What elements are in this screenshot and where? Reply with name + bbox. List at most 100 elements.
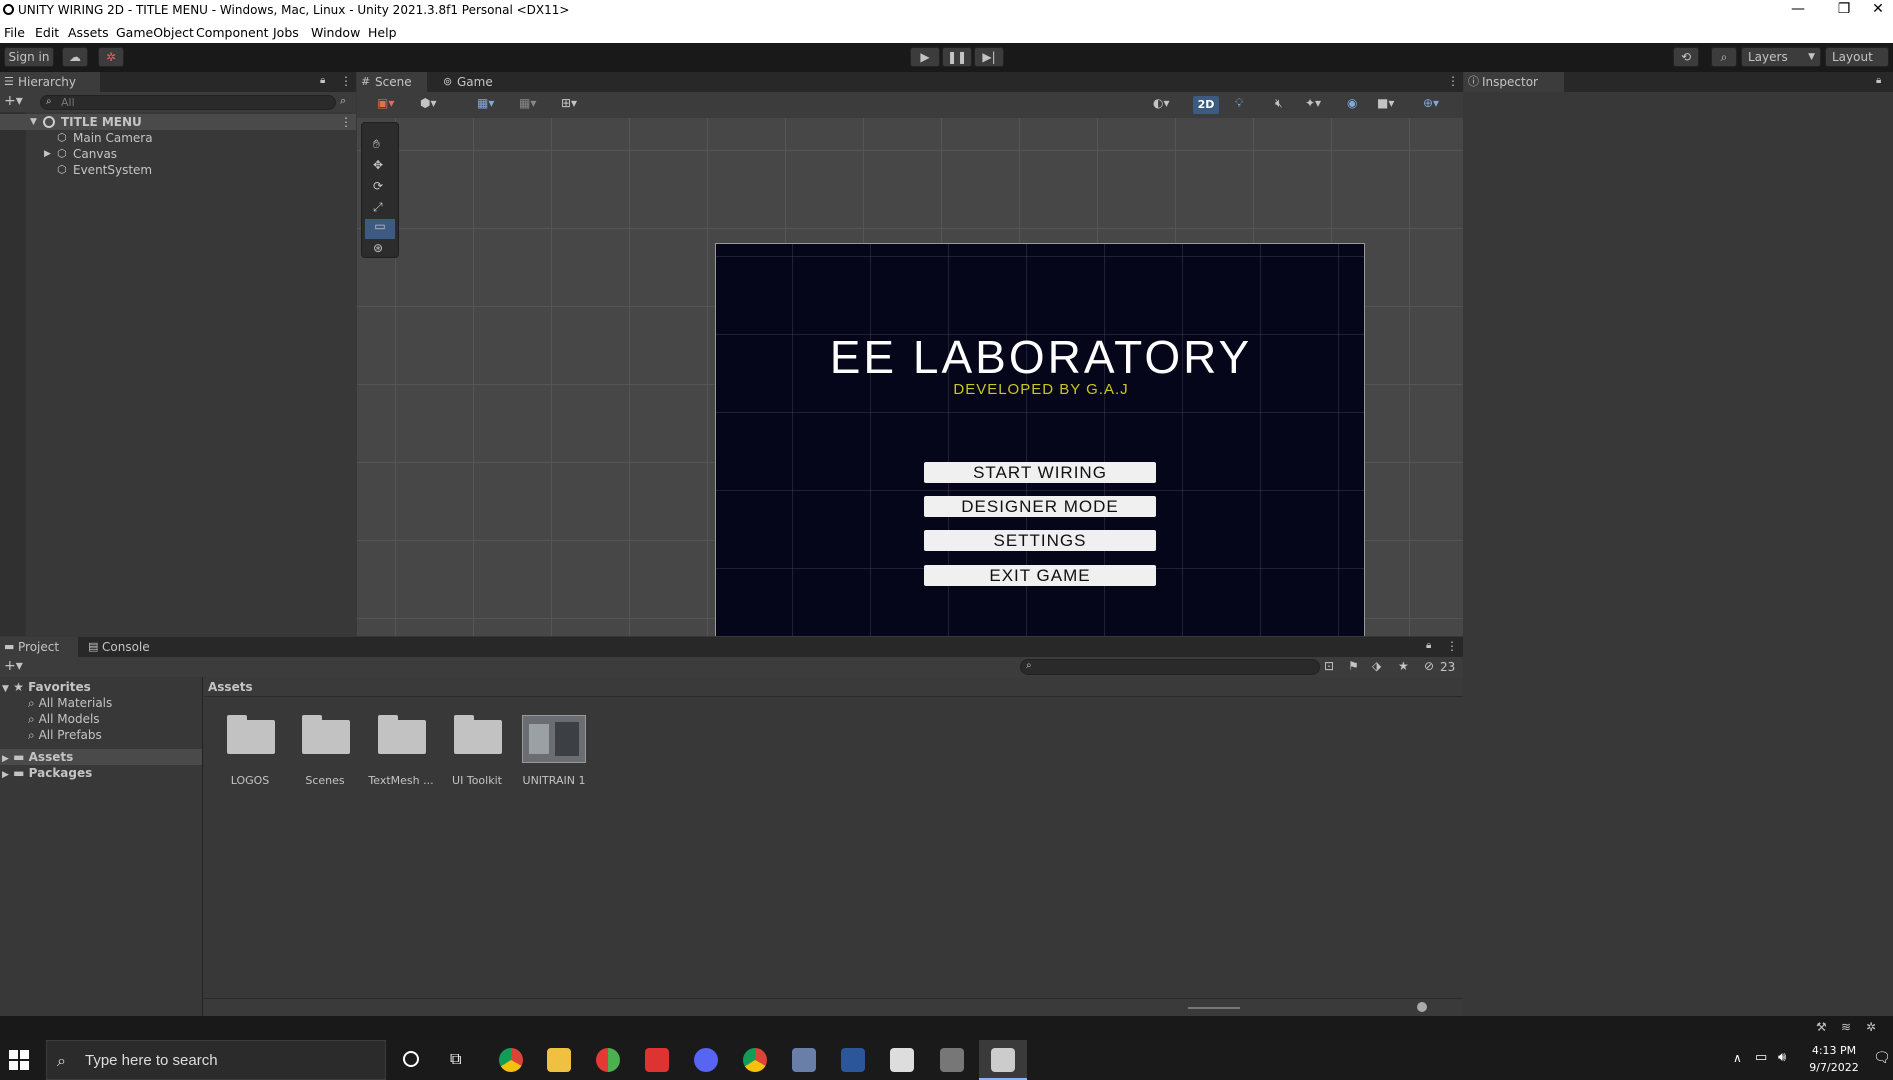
menu-help[interactable]: Help <box>368 25 397 40</box>
undo-history-button[interactable]: ⟲ <box>1673 47 1699 67</box>
auto-generate-lighting-icon[interactable]: ⚒ <box>1816 1020 1827 1034</box>
menu-assets[interactable]: Assets <box>68 25 109 40</box>
pivot-icon[interactable]: ⬢▾ <box>420 96 437 110</box>
favorites-header[interactable]: ▼ ★ Favorites <box>2 679 91 695</box>
chrome-icon[interactable] <box>499 1048 523 1072</box>
hierarchy-item[interactable]: ▶ ⬡ Canvas <box>0 146 356 162</box>
move-tool-icon[interactable]: ✥ <box>373 158 383 172</box>
restore-icon[interactable]: ❐ <box>1829 1 1859 17</box>
photos-icon[interactable] <box>890 1048 914 1072</box>
draw-mode-icon[interactable]: ◐▾ <box>1153 96 1170 110</box>
menu-edit[interactable]: Edit <box>35 25 59 40</box>
2d-toggle-button[interactable]: 2D <box>1193 96 1219 114</box>
asset-folder-ui-toolkit[interactable] <box>454 712 502 754</box>
exit-game-button[interactable]: EXIT GAME <box>924 565 1156 586</box>
scale-tool-icon[interactable]: ⤢ <box>373 200 383 215</box>
gizmos-icon[interactable]: ⊕▾ <box>1423 96 1439 110</box>
collab-button[interactable]: ✲ <box>98 47 124 67</box>
minimize-icon[interactable]: — <box>1783 1 1813 17</box>
taskbar-time[interactable]: 4:13 PM <box>1804 1044 1864 1057</box>
kebab-menu-icon[interactable]: ⋮ <box>340 114 352 130</box>
windows-start-icon[interactable] <box>9 1050 29 1070</box>
star-icon[interactable]: ★ <box>1398 659 1409 673</box>
designer-mode-button[interactable]: DESIGNER MODE <box>924 496 1156 517</box>
asset-thumbnail-unitrain[interactable] <box>522 715 586 763</box>
lighting-icon[interactable]: 💡︎ <box>1235 96 1243 111</box>
rotate-tool-icon[interactable]: ⟳ <box>373 179 383 193</box>
pdf-icon[interactable] <box>645 1048 669 1072</box>
tab-console[interactable]: ▤ Console <box>84 637 158 657</box>
lock-icon[interactable]: 🔒︎ <box>1426 640 1431 651</box>
file-explorer-icon[interactable] <box>547 1048 571 1072</box>
tab-game[interactable]: ⊚ Game <box>439 72 499 92</box>
favorite-item[interactable]: ⌕ All Materials <box>28 695 112 711</box>
step-button[interactable]: ▶| <box>974 47 1004 67</box>
word-icon[interactable] <box>841 1048 865 1072</box>
asset-folder-scenes[interactable] <box>302 712 350 754</box>
cortana-icon[interactable] <box>403 1051 419 1067</box>
menu-component[interactable]: Component <box>196 25 269 40</box>
zoom-slider[interactable] <box>1188 1007 1240 1009</box>
close-icon[interactable]: ✕ <box>1863 1 1893 17</box>
chrome-alt-icon[interactable] <box>596 1048 620 1072</box>
search-by-label-icon[interactable]: ⚑ <box>1348 659 1359 673</box>
menu-window[interactable]: Window <box>311 25 360 40</box>
sign-in-button[interactable]: Sign in <box>4 47 54 67</box>
kebab-menu-icon[interactable]: ⋮ <box>1447 74 1459 88</box>
rect-tool-icon[interactable]: ▭ <box>365 219 395 239</box>
play-button[interactable]: ▶ <box>910 47 940 67</box>
kebab-menu-icon[interactable]: ⋮ <box>1446 639 1458 653</box>
tab-inspector[interactable]: ⓘ Inspector <box>1464 72 1564 92</box>
taskbar-date[interactable]: 9/7/2022 <box>1804 1061 1864 1074</box>
tree-item-packages[interactable]: ▶ ▬ Packages <box>2 765 92 781</box>
cloud-button[interactable]: ☁ <box>62 47 88 67</box>
pause-button[interactable]: ❚❚ <box>942 47 972 67</box>
add-icon[interactable]: +▾ <box>4 658 23 674</box>
discord-icon[interactable] <box>694 1048 718 1072</box>
unity-editor-taskbar-item[interactable] <box>979 1040 1027 1080</box>
tool-handle-icon[interactable]: ▣▾ <box>377 96 394 110</box>
asset-folder-textmesh[interactable] <box>378 712 426 754</box>
favorite-item[interactable]: ⌕ All Models <box>28 711 100 727</box>
tree-item-assets[interactable]: ▶ ▬ Assets <box>0 749 202 765</box>
search-button[interactable]: ⌕ <box>1711 47 1737 67</box>
network-icon[interactable]: ▭ <box>1755 1050 1767 1065</box>
tab-hierarchy[interactable]: ☰ Hierarchy <box>0 72 100 92</box>
unity-hub-icon[interactable] <box>940 1048 964 1072</box>
taskbar-search-input[interactable]: ⌕ Type here to search <box>46 1040 386 1080</box>
settings-button[interactable]: SETTINGS <box>924 530 1156 551</box>
tab-project[interactable]: ▬ Project <box>0 637 78 657</box>
lock-icon[interactable]: 🔒︎ <box>320 75 325 86</box>
audio-icon[interactable]: 🔇︎ <box>1275 96 1283 111</box>
hand-tool-icon[interactable]: ✋︎ <box>373 137 380 152</box>
grid-snap-icon[interactable]: ▦▾ <box>477 96 494 110</box>
hierarchy-item[interactable]: ⬡ EventSystem <box>0 162 356 178</box>
hierarchy-search-input[interactable]: ⌕ All <box>40 95 336 110</box>
transform-tool-icon[interactable]: ⊛ <box>373 241 383 255</box>
scene-viewport[interactable]: EE LABORATORY DEVELOPED BY G.A.J START W… <box>357 118 1463 636</box>
notification-icon[interactable]: 🗨︎ <box>1873 1050 1891 1066</box>
add-icon[interactable]: +▾ <box>4 93 23 109</box>
hierarchy-item[interactable]: ⬡ Main Camera <box>0 130 356 146</box>
search-by-type-icon[interactable]: ⊡ <box>1324 659 1334 673</box>
chrome-profile-icon[interactable] <box>743 1048 767 1072</box>
menu-file[interactable]: File <box>4 25 25 40</box>
menu-jobs[interactable]: Jobs <box>273 25 299 40</box>
asset-folder-logos[interactable] <box>227 712 275 754</box>
debug-icon[interactable]: ✲ <box>1866 1020 1876 1034</box>
cache-server-icon[interactable]: ≋ <box>1841 1020 1851 1034</box>
hierarchy-scene-row[interactable]: ▼ TITLE MENU ⋮ <box>0 114 356 130</box>
favorite-item[interactable]: ⌕ All Prefabs <box>28 727 102 743</box>
layout-dropdown[interactable]: Layout <box>1825 47 1889 67</box>
tab-scene[interactable]: # Scene <box>357 72 427 92</box>
lock-icon[interactable]: 🔒︎ <box>1876 75 1881 86</box>
kebab-menu-icon[interactable]: ⋮ <box>340 74 352 88</box>
snap-increment-icon[interactable]: ▦▾ <box>519 96 536 110</box>
game-icon[interactable] <box>792 1048 816 1072</box>
scene-search-icon[interactable]: ⌕ <box>340 94 346 108</box>
zoom-slider-handle[interactable] <box>1417 1002 1427 1012</box>
menu-gameobject[interactable]: GameObject <box>116 25 194 40</box>
tray-expand-icon[interactable]: ∧ <box>1733 1051 1742 1065</box>
hidden-packages-icon[interactable]: ⊘ <box>1424 659 1434 673</box>
tag-icon[interactable]: ⬗ <box>1372 659 1381 673</box>
